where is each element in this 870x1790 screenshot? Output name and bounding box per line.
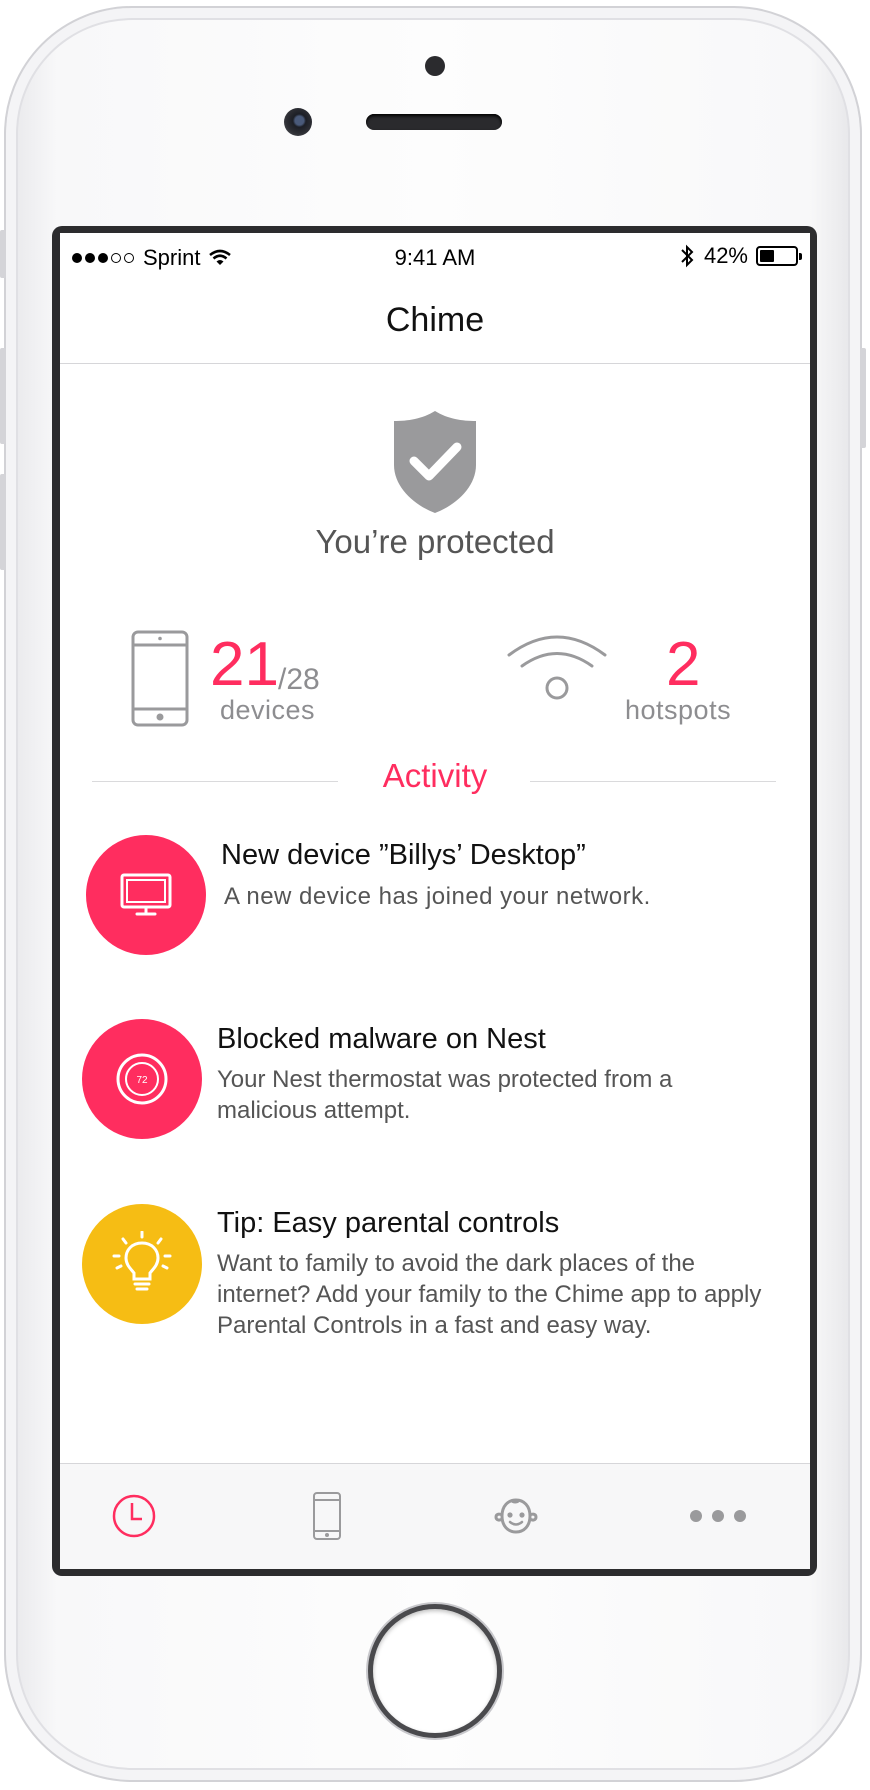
activity-title: Tip: Easy parental controls [217, 1207, 560, 1239]
battery-percent: 42% [703, 243, 748, 268]
proximity-sensor [425, 56, 445, 76]
battery-icon [756, 246, 802, 266]
activity-icon-badge [86, 835, 206, 955]
clock-icon [112, 1494, 156, 1538]
status-bar: Sprint 9:41 AM 42% [60, 233, 810, 279]
hotspots-label: hotspots [625, 695, 732, 725]
activity-description: Want to family to avoid the dark places … [217, 1250, 762, 1339]
shield-check-icon [394, 411, 476, 513]
more-dots-icon [690, 1510, 746, 1522]
hotspots-count: 2 [666, 630, 701, 699]
wifi-hotspot-icon [507, 635, 607, 700]
phone-device-icon [131, 630, 189, 727]
activity-title: New device ”Billys’ Desktop” [221, 839, 586, 871]
activity-icon-badge [82, 1204, 202, 1324]
activity-icon-badge: 72 [82, 1019, 202, 1139]
tab-more[interactable] [678, 1486, 758, 1546]
protection-status-text: You’re protected [315, 523, 555, 560]
devices-count: 21 [210, 630, 279, 699]
tab-devices[interactable] [297, 1486, 357, 1546]
thermostat-icon: 72 [116, 1053, 168, 1105]
volume-up-button [0, 348, 6, 444]
phone-icon [313, 1492, 341, 1540]
baby-face-icon [494, 1498, 538, 1534]
earpiece-speaker [366, 114, 502, 130]
navigation-bar: Chime [60, 279, 810, 364]
battery-status: 42% [680, 243, 802, 269]
tab-bar [60, 1463, 810, 1569]
activity-description: A new device has joined your network. [224, 883, 651, 910]
app-screen: Sprint 9:41 AM 42% Chime You’re protecte… [60, 233, 810, 1569]
power-button [860, 348, 866, 448]
home-button[interactable] [368, 1604, 502, 1738]
devices-total: /28 [278, 663, 320, 696]
front-camera [284, 108, 312, 136]
lightbulb-icon [112, 1231, 172, 1291]
activity-title: Blocked malware on Nest [217, 1023, 546, 1055]
activity-heading: Activity [382, 757, 488, 794]
activity-description: Your Nest thermostat was protected from … [217, 1066, 673, 1124]
tab-family[interactable] [486, 1486, 546, 1546]
mute-switch [0, 230, 6, 278]
devices-label: devices [220, 695, 316, 725]
desktop-icon [120, 873, 172, 916]
volume-down-button [0, 474, 6, 570]
thermostat-temperature: 72 [136, 1075, 148, 1086]
tab-activity[interactable] [104, 1486, 164, 1546]
bluetooth-icon [681, 244, 694, 268]
page-title: Chime [385, 301, 485, 339]
